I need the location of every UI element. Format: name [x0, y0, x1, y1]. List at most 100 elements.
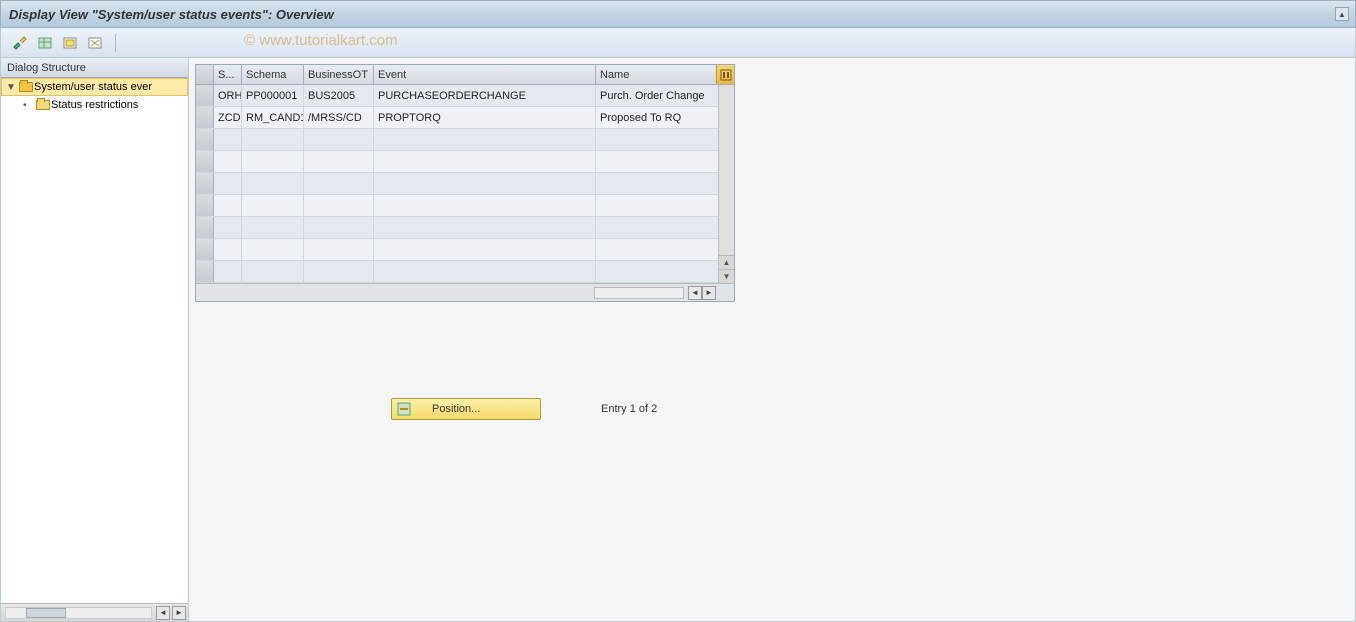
- scroll-up-icon[interactable]: ▲: [719, 255, 734, 269]
- cell-s[interactable]: [214, 129, 242, 150]
- cell-event[interactable]: [374, 129, 596, 150]
- expand-icon[interactable]: ▼: [6, 82, 18, 93]
- grid-select-all[interactable]: [196, 65, 214, 84]
- cell-s[interactable]: [214, 239, 242, 260]
- collapse-icon[interactable]: ▲: [1335, 7, 1349, 21]
- cell-event[interactable]: [374, 239, 596, 260]
- table-row[interactable]: [196, 173, 734, 195]
- cell-name[interactable]: [596, 173, 734, 194]
- column-header-s[interactable]: S...: [214, 65, 242, 84]
- cell-s[interactable]: [214, 261, 242, 282]
- cell-s[interactable]: ORH: [214, 85, 242, 106]
- row-selector[interactable]: [196, 217, 214, 238]
- column-header-event[interactable]: Event: [374, 65, 596, 84]
- column-header-businessot[interactable]: BusinessOT: [304, 65, 374, 84]
- cell-name[interactable]: [596, 217, 734, 238]
- table-row[interactable]: ZCDRM_CAND1/MRSS/CDPROPTORQProposed To R…: [196, 107, 734, 129]
- cell-s[interactable]: [214, 217, 242, 238]
- page-title: Display View "System/user status events"…: [9, 7, 334, 22]
- cell-event[interactable]: [374, 173, 596, 194]
- cell-schema[interactable]: [242, 195, 304, 216]
- grid-hscrollbar[interactable]: ◄ ►: [196, 283, 734, 301]
- scrollbar-track[interactable]: [5, 607, 152, 619]
- table-row[interactable]: [196, 195, 734, 217]
- row-selector[interactable]: [196, 107, 214, 128]
- cell-s[interactable]: [214, 151, 242, 172]
- position-button-label: Position...: [432, 403, 480, 415]
- scroll-left-icon[interactable]: ◄: [688, 286, 702, 300]
- row-selector[interactable]: [196, 195, 214, 216]
- column-header-schema[interactable]: Schema: [242, 65, 304, 84]
- cell-s[interactable]: [214, 195, 242, 216]
- cell-schema[interactable]: PP000001: [242, 85, 304, 106]
- table-row[interactable]: ORHPP000001BUS2005PURCHASEORDERCHANGEPur…: [196, 85, 734, 107]
- table-row[interactable]: [196, 129, 734, 151]
- cell-event[interactable]: [374, 195, 596, 216]
- scrollbar-track[interactable]: [594, 287, 684, 299]
- cell-event[interactable]: [374, 217, 596, 238]
- title-bar: Display View "System/user status events"…: [0, 0, 1356, 28]
- deselect-all-icon[interactable]: [84, 33, 106, 53]
- column-header-name[interactable]: Name: [596, 65, 734, 84]
- cell-s[interactable]: [214, 173, 242, 194]
- cell-schema[interactable]: [242, 217, 304, 238]
- cell-name[interactable]: Purch. Order Change: [596, 85, 734, 106]
- cell-schema[interactable]: [242, 129, 304, 150]
- tree-item-status-restrictions[interactable]: • Status restrictions: [1, 96, 188, 114]
- cell-businessot[interactable]: BUS2005: [304, 85, 374, 106]
- dialog-structure-tree[interactable]: ▼ System/user status ever • Status restr…: [1, 78, 188, 603]
- position-button[interactable]: Position...: [391, 398, 541, 420]
- cell-name[interactable]: [596, 195, 734, 216]
- cell-event[interactable]: PROPTORQ: [374, 107, 596, 128]
- table-row[interactable]: [196, 239, 734, 261]
- cell-name[interactable]: [596, 151, 734, 172]
- select-all-icon[interactable]: [59, 33, 81, 53]
- cell-s[interactable]: ZCD: [214, 107, 242, 128]
- position-icon: [396, 401, 412, 417]
- scroll-right-icon[interactable]: ►: [172, 606, 186, 620]
- cell-schema[interactable]: [242, 151, 304, 172]
- row-selector[interactable]: [196, 85, 214, 106]
- cell-businessot[interactable]: [304, 151, 374, 172]
- cell-schema[interactable]: [242, 173, 304, 194]
- cell-name[interactable]: [596, 129, 734, 150]
- tree-item-status-events[interactable]: ▼ System/user status ever: [1, 78, 188, 96]
- cell-businessot[interactable]: [304, 217, 374, 238]
- cell-schema[interactable]: [242, 261, 304, 282]
- cell-name[interactable]: Proposed To RQ: [596, 107, 734, 128]
- scroll-down-icon[interactable]: ▼: [719, 269, 734, 283]
- cell-businessot[interactable]: [304, 129, 374, 150]
- cell-businessot[interactable]: [304, 173, 374, 194]
- cell-schema[interactable]: [242, 239, 304, 260]
- table-row[interactable]: [196, 217, 734, 239]
- scrollbar-thumb[interactable]: [26, 608, 66, 618]
- cell-event[interactable]: [374, 261, 596, 282]
- table-details-icon[interactable]: [34, 33, 56, 53]
- row-selector[interactable]: [196, 173, 214, 194]
- grid-vscrollbar[interactable]: ▲ ▼: [718, 85, 734, 283]
- row-selector[interactable]: [196, 239, 214, 260]
- cell-name[interactable]: [596, 261, 734, 282]
- cell-businessot[interactable]: [304, 239, 374, 260]
- entry-count-text: Entry 1 of 2: [601, 403, 657, 415]
- row-selector[interactable]: [196, 261, 214, 282]
- grid-body: ORHPP000001BUS2005PURCHASEORDERCHANGEPur…: [196, 85, 734, 283]
- cell-businessot[interactable]: [304, 195, 374, 216]
- table-row[interactable]: [196, 151, 734, 173]
- main-content: S... Schema BusinessOT Event Name ORHPP0…: [189, 58, 1355, 621]
- scroll-right-icon[interactable]: ►: [702, 286, 716, 300]
- cell-businessot[interactable]: [304, 261, 374, 282]
- row-selector[interactable]: [196, 129, 214, 150]
- row-selector[interactable]: [196, 151, 214, 172]
- cell-businessot[interactable]: /MRSS/CD: [304, 107, 374, 128]
- dialog-structure-sidebar: Dialog Structure ▼ System/user status ev…: [1, 58, 189, 621]
- grid-settings-icon[interactable]: [716, 65, 734, 84]
- cell-event[interactable]: PURCHASEORDERCHANGE: [374, 85, 596, 106]
- scroll-left-icon[interactable]: ◄: [156, 606, 170, 620]
- table-row[interactable]: [196, 261, 734, 283]
- sidebar-hscrollbar[interactable]: ◄ ►: [1, 603, 188, 621]
- cell-schema[interactable]: RM_CAND1: [242, 107, 304, 128]
- cell-name[interactable]: [596, 239, 734, 260]
- cell-event[interactable]: [374, 151, 596, 172]
- edit-toggle-icon[interactable]: [9, 33, 31, 53]
